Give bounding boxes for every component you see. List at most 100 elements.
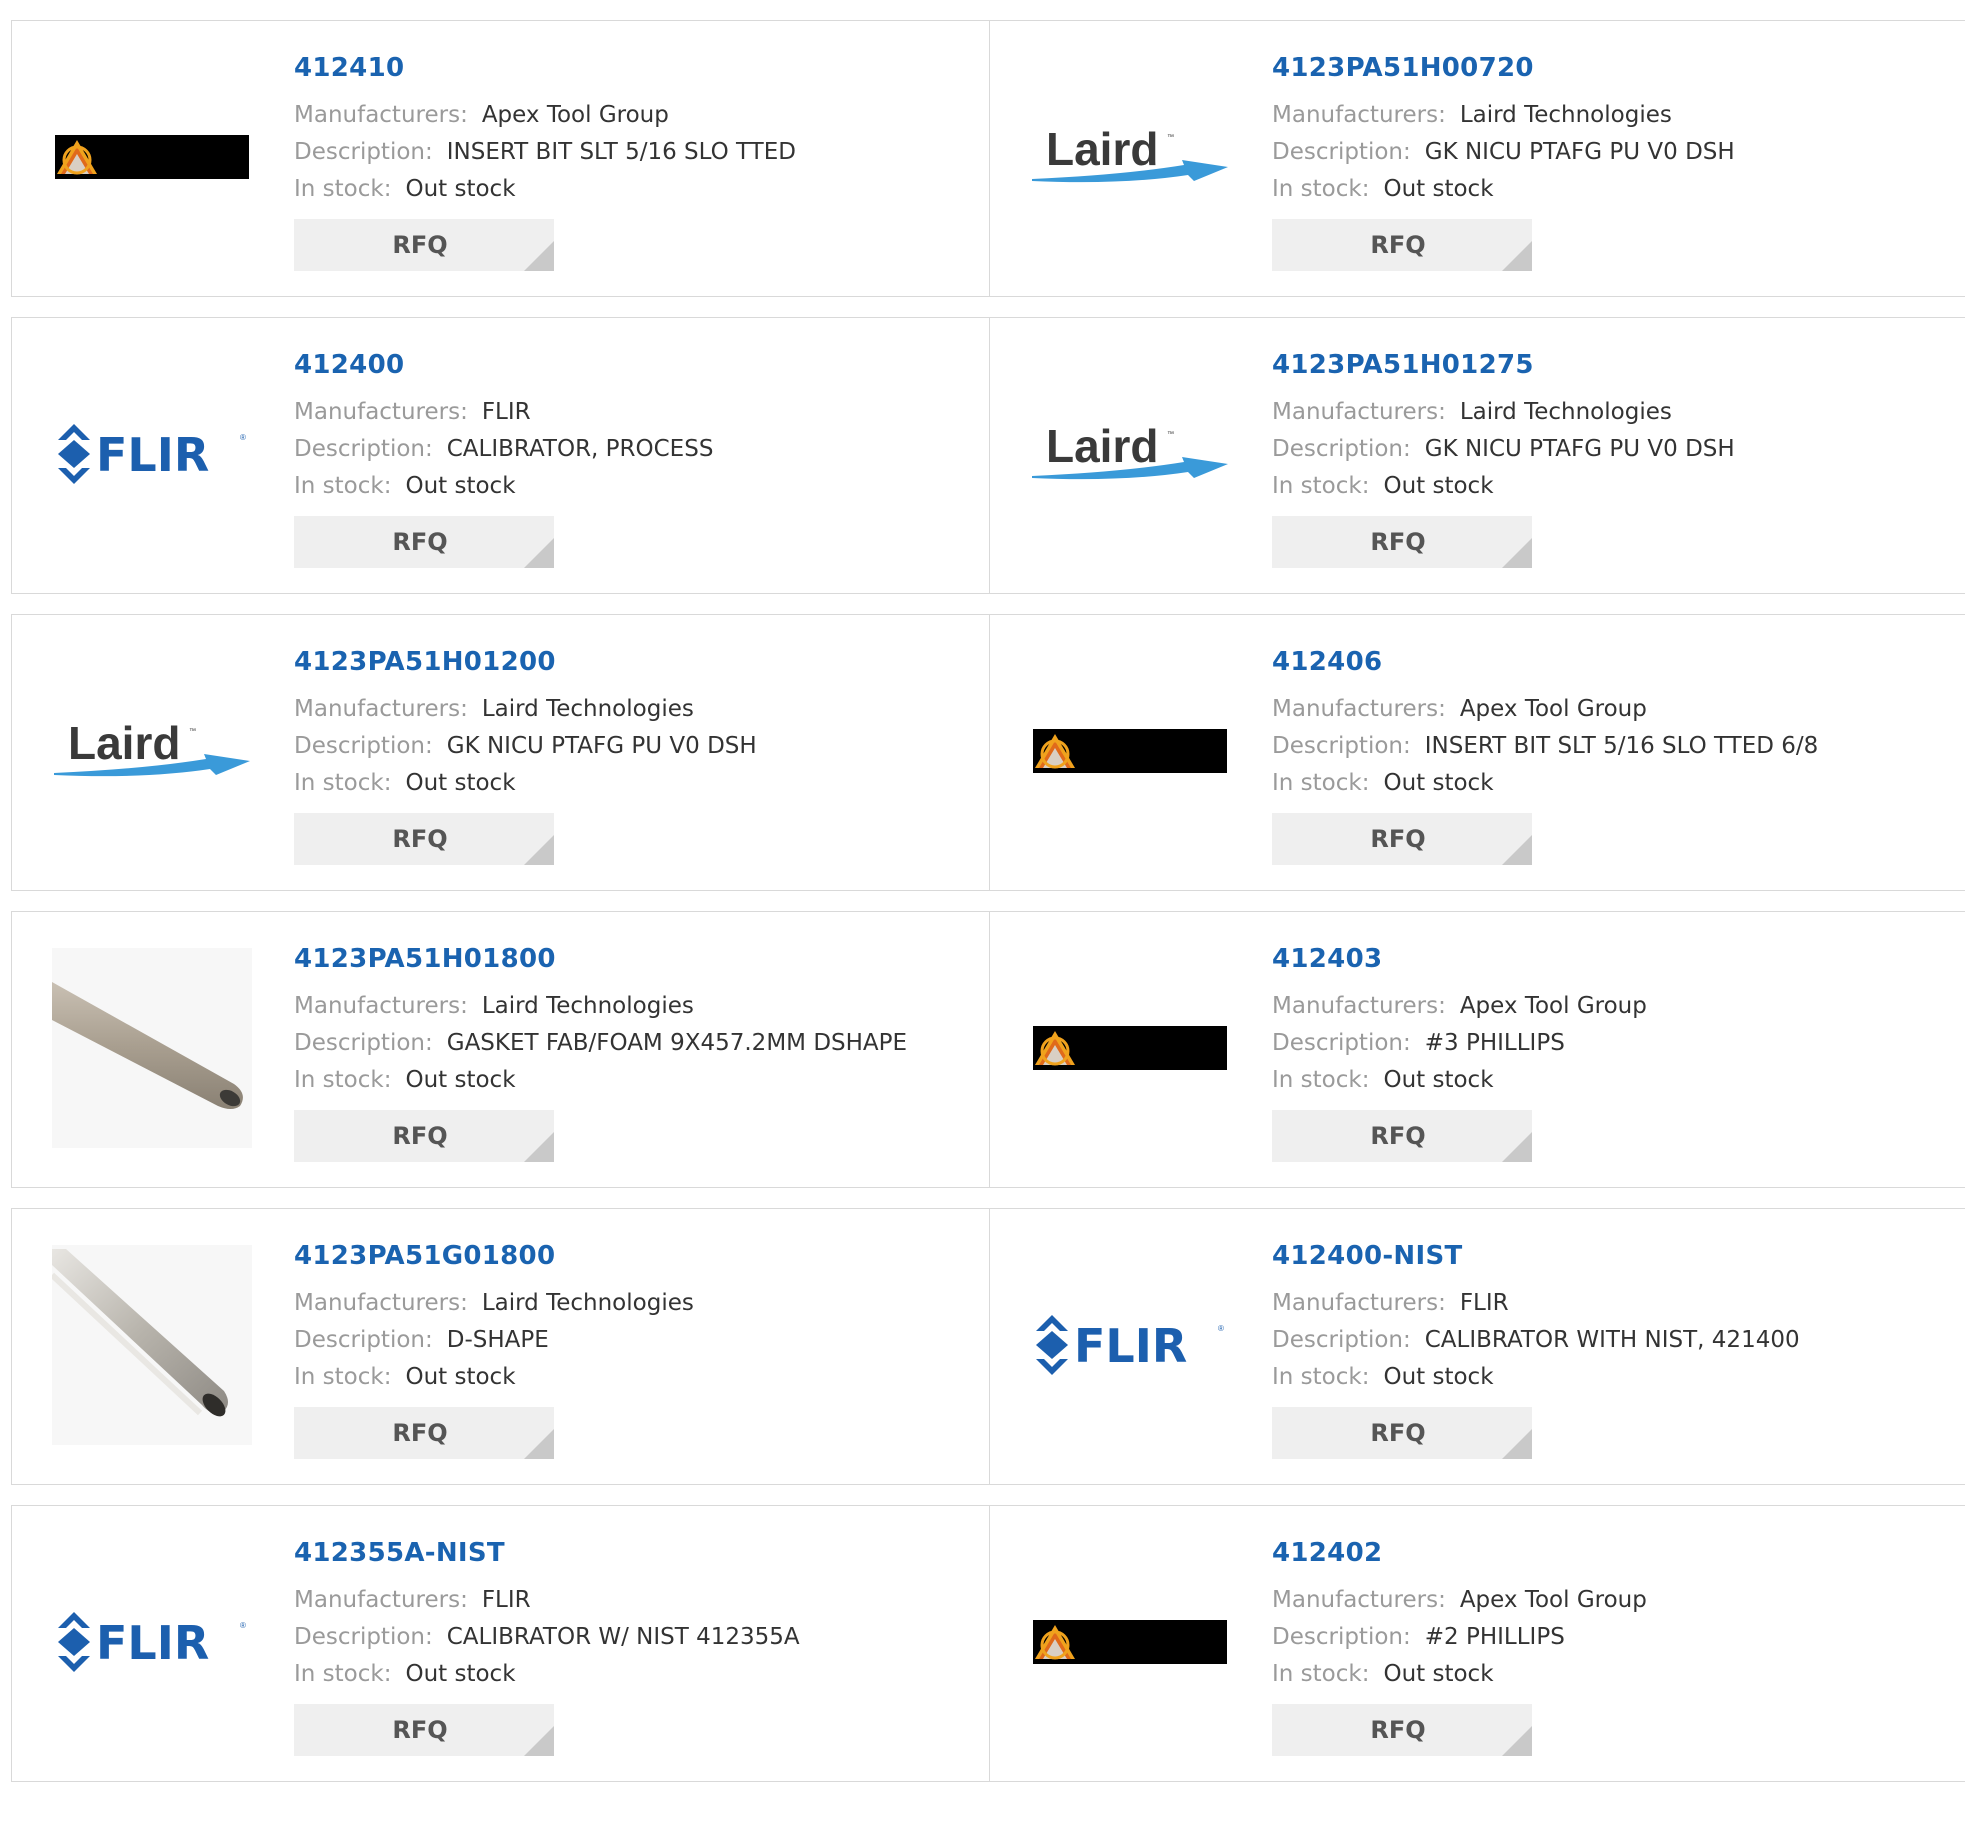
description-value: INSERT BIT SLT 5/16 SLO TTED 6/8 bbox=[1424, 733, 1819, 759]
product-card: 4123PA51G01800 Manufacturers: Laird Techn… bbox=[11, 1209, 989, 1484]
manufacturer-value: Apex Tool Group bbox=[1459, 993, 1647, 1019]
product-info: 412355A-NIST Manufacturers: FLIR Descript… bbox=[294, 1536, 800, 1756]
product-grid: 412410 Manufacturers: Apex Tool Group Des… bbox=[11, 0, 1965, 1782]
rfq-button[interactable]: RFQ bbox=[1272, 813, 1532, 865]
product-info: 4123PA51H01200 Manufacturers: Laird Techn… bbox=[294, 645, 757, 865]
product-card: FLIR ® 412400 Manufacturers: FLIR Descrip… bbox=[11, 318, 989, 593]
manufacturer-value: Apex Tool Group bbox=[1459, 696, 1647, 722]
rfq-corner-decoration bbox=[1502, 1726, 1532, 1756]
rfq-button[interactable]: RFQ bbox=[1272, 1704, 1532, 1756]
part-number-link[interactable]: 4123PA51H01800 bbox=[294, 942, 907, 976]
part-number-link[interactable]: 412402 bbox=[1272, 1536, 1647, 1570]
svg-text:®: ® bbox=[1218, 1324, 1224, 1333]
rfq-corner-decoration bbox=[524, 1429, 554, 1459]
rfq-label: RFQ bbox=[1370, 1122, 1426, 1150]
svg-text:Laird: Laird bbox=[68, 721, 180, 769]
description-label: Description: bbox=[294, 1030, 433, 1056]
rfq-button[interactable]: RFQ bbox=[294, 813, 554, 865]
svg-text:™: ™ bbox=[1167, 431, 1174, 438]
svg-text:™: ™ bbox=[189, 728, 196, 735]
in-stock-label: In stock: bbox=[1272, 176, 1370, 202]
part-number-link[interactable]: 412403 bbox=[1272, 942, 1647, 976]
manufacturer-logo-slot bbox=[1030, 1542, 1230, 1742]
description-line: Description: GK NICU PTAFG PU V0 DSH bbox=[294, 728, 757, 765]
part-number-link[interactable]: 4123PA51H00720 bbox=[1272, 51, 1735, 85]
description-value: CALIBRATOR, PROCESS bbox=[446, 436, 714, 462]
part-number-link[interactable]: 412400 bbox=[294, 348, 713, 382]
description-line: Description: CALIBRATOR W/ NIST 412355A bbox=[294, 1619, 800, 1656]
description-label: Description: bbox=[294, 436, 433, 462]
stock-line: In stock: Out stock bbox=[294, 171, 796, 208]
description-label: Description: bbox=[1272, 1030, 1411, 1056]
manufacturer-value: Laird Technologies bbox=[481, 696, 694, 722]
rfq-corner-decoration bbox=[524, 538, 554, 568]
stock-line: In stock: Out stock bbox=[1272, 171, 1735, 208]
part-number-link[interactable]: 4123PA51H01200 bbox=[294, 645, 757, 679]
product-row: 4123PA51H01800 Manufacturers: Laird Techn… bbox=[11, 911, 1965, 1188]
stock-value: Out stock bbox=[1383, 473, 1494, 499]
description-value: D-SHAPE bbox=[446, 1327, 549, 1353]
stock-value: Out stock bbox=[405, 473, 516, 499]
rfq-button[interactable]: RFQ bbox=[1272, 1110, 1532, 1162]
stock-value: Out stock bbox=[1383, 1067, 1494, 1093]
gasket-product-photo bbox=[52, 1245, 252, 1445]
rfq-label: RFQ bbox=[1370, 1716, 1426, 1744]
product-info: 4123PA51H01275 Manufacturers: Laird Techn… bbox=[1272, 348, 1735, 568]
description-line: Description: CALIBRATOR, PROCESS bbox=[294, 431, 713, 468]
svg-text:FLIR: FLIR bbox=[96, 428, 209, 482]
flir-logo: FLIR ® bbox=[58, 1612, 246, 1672]
rfq-button[interactable]: RFQ bbox=[1272, 516, 1532, 568]
description-line: Description: CALIBRATOR WITH NIST, 421400 bbox=[1272, 1322, 1800, 1359]
description-label: Description: bbox=[1272, 1624, 1411, 1650]
description-value: CALIBRATOR WITH NIST, 421400 bbox=[1424, 1327, 1800, 1353]
apex-tool-group-logo bbox=[1033, 1026, 1227, 1070]
manufacturer-value: Apex Tool Group bbox=[481, 102, 669, 128]
part-number-link[interactable]: 412406 bbox=[1272, 645, 1818, 679]
rfq-corner-decoration bbox=[524, 241, 554, 271]
description-label: Description: bbox=[1272, 1327, 1411, 1353]
product-card: Laird ™ 4123PA51H01275 Manufacturers: Lai… bbox=[989, 318, 1965, 593]
part-number-link[interactable]: 412410 bbox=[294, 51, 796, 85]
rfq-button[interactable]: RFQ bbox=[1272, 219, 1532, 271]
svg-text:™: ™ bbox=[1167, 134, 1174, 141]
stock-value: Out stock bbox=[1383, 770, 1494, 796]
description-value: GK NICU PTAFG PU V0 DSH bbox=[446, 733, 757, 759]
in-stock-label: In stock: bbox=[294, 176, 392, 202]
rfq-label: RFQ bbox=[392, 231, 448, 259]
rfq-corner-decoration bbox=[1502, 538, 1532, 568]
rfq-button[interactable]: RFQ bbox=[294, 516, 554, 568]
rfq-button[interactable]: RFQ bbox=[294, 1110, 554, 1162]
part-number-link[interactable]: 4123PA51H01275 bbox=[1272, 348, 1735, 382]
manufacturer-logo-slot: Laird ™ bbox=[1030, 354, 1230, 554]
rfq-label: RFQ bbox=[392, 1419, 448, 1447]
product-info: 4123PA51H01800 Manufacturers: Laird Techn… bbox=[294, 942, 907, 1162]
rfq-button[interactable]: RFQ bbox=[1272, 1407, 1532, 1459]
rfq-button[interactable]: RFQ bbox=[294, 1704, 554, 1756]
part-number-link[interactable]: 412355A-NIST bbox=[294, 1536, 800, 1570]
rfq-label: RFQ bbox=[1370, 1419, 1426, 1447]
manufacturers-label: Manufacturers: bbox=[294, 102, 468, 128]
in-stock-label: In stock: bbox=[1272, 1364, 1370, 1390]
stock-value: Out stock bbox=[405, 1067, 516, 1093]
apex-triangle-icon bbox=[57, 140, 97, 175]
manufacturer-logo-slot: FLIR ® bbox=[1030, 1245, 1230, 1445]
stock-value: Out stock bbox=[405, 176, 516, 202]
product-info: 412410 Manufacturers: Apex Tool Group Des… bbox=[294, 51, 796, 271]
manufacturer-logo-slot bbox=[52, 57, 252, 257]
rfq-corner-decoration bbox=[1502, 241, 1532, 271]
product-card: 412403 Manufacturers: Apex Tool Group Des… bbox=[989, 912, 1965, 1187]
part-number-link[interactable]: 4123PA51G01800 bbox=[294, 1239, 694, 1273]
product-info: 412406 Manufacturers: Apex Tool Group Des… bbox=[1272, 645, 1818, 865]
manufacturer-line: Manufacturers: FLIR bbox=[294, 394, 713, 431]
flir-logo: FLIR ® bbox=[1036, 1315, 1224, 1375]
manufacturers-label: Manufacturers: bbox=[294, 1587, 468, 1613]
description-label: Description: bbox=[294, 733, 433, 759]
rfq-button[interactable]: RFQ bbox=[294, 219, 554, 271]
product-card: Laird ™ 4123PA51H01200 Manufacturers: Lai… bbox=[11, 615, 989, 890]
part-number-link[interactable]: 412400-NIST bbox=[1272, 1239, 1800, 1273]
flir-logo: FLIR ® bbox=[58, 424, 246, 484]
description-line: Description: GK NICU PTAFG PU V0 DSH bbox=[1272, 134, 1735, 171]
rfq-button[interactable]: RFQ bbox=[294, 1407, 554, 1459]
product-info: 412402 Manufacturers: Apex Tool Group Des… bbox=[1272, 1536, 1647, 1756]
product-card: 412406 Manufacturers: Apex Tool Group Des… bbox=[989, 615, 1965, 890]
